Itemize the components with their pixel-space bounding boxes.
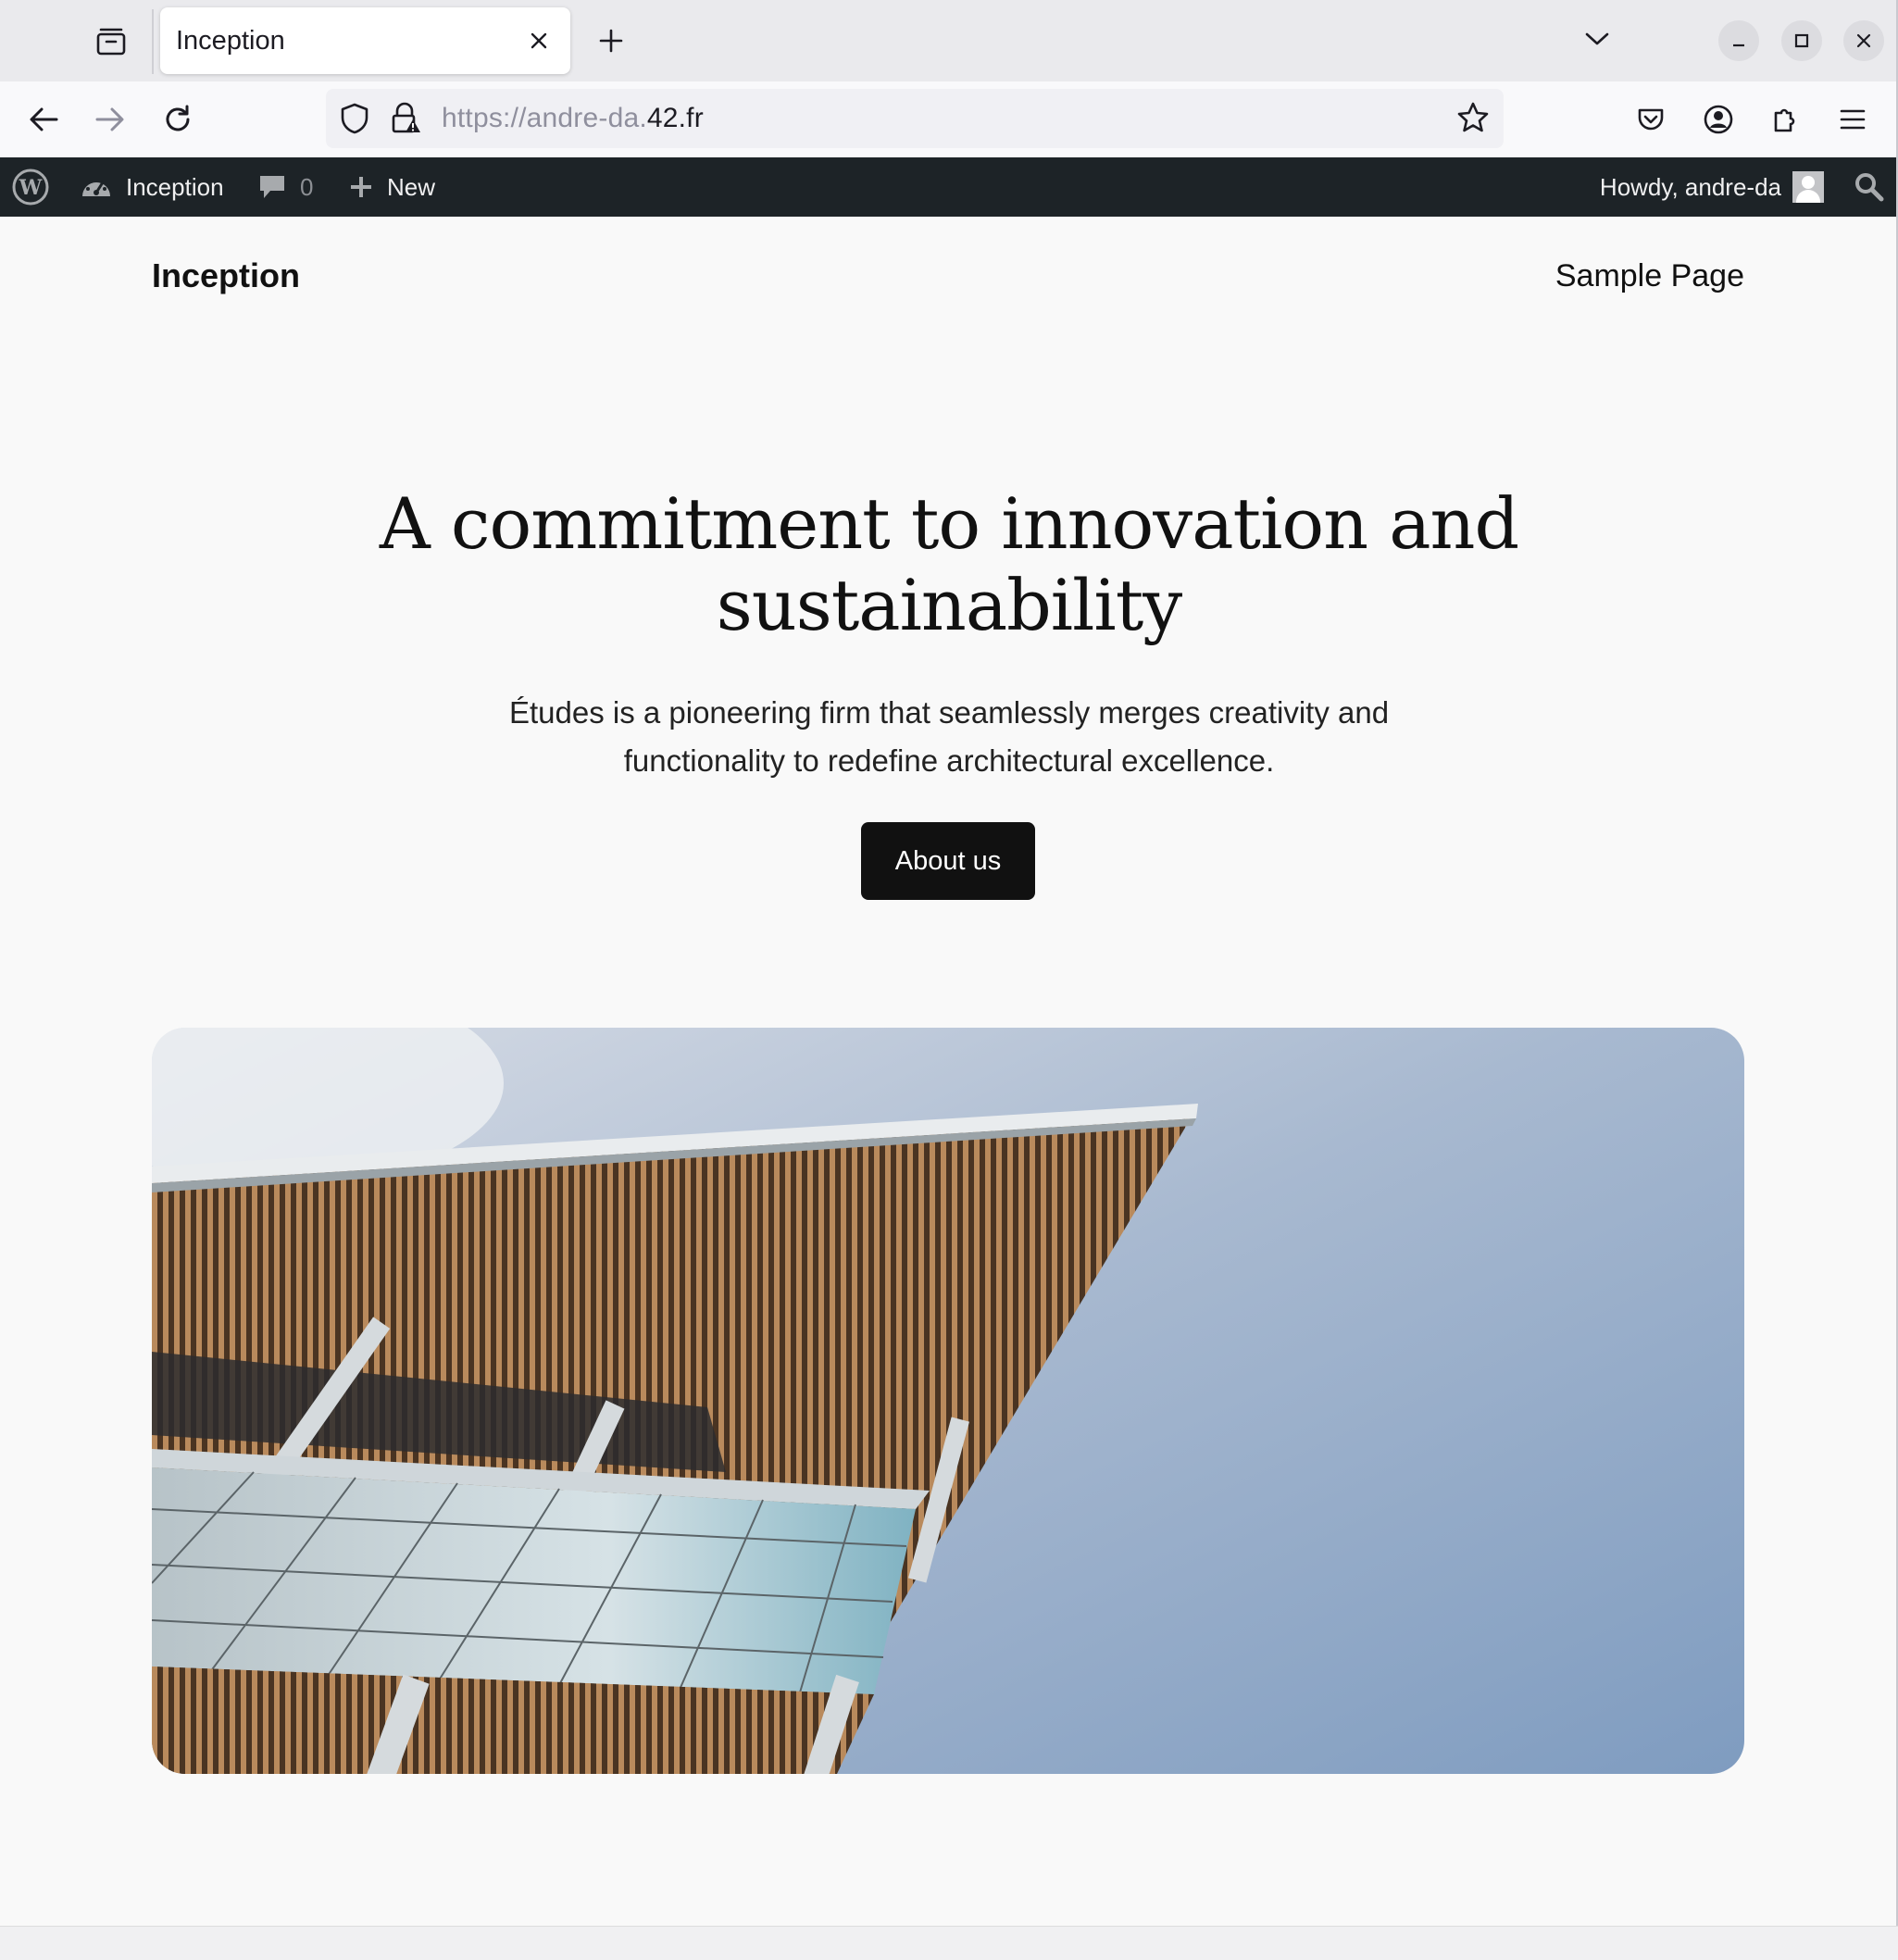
hero-heading-line1: A commitment to innovation and [379,482,1519,565]
admin-bar-site-name: Inception [126,172,224,201]
minimize-icon[interactable] [1718,20,1759,61]
page-bottom-edge [0,1926,1898,1960]
shield-icon[interactable] [339,102,370,140]
admin-bar-comments[interactable]: 0 [257,157,313,217]
tab-divider [152,9,154,74]
wp-admin-bar: W Inception 0 New Howdy, andre-da [0,157,1898,217]
hero-description: Études is a pioneering firm that seamles… [0,689,1898,785]
comments-count: 0 [300,172,314,201]
close-tab-icon[interactable] [524,26,554,56]
menu-icon[interactable] [1829,96,1876,143]
tab-overview-icon[interactable] [88,19,134,65]
hero-building-image [152,1028,1744,1774]
new-label: New [387,172,436,201]
maximize-icon[interactable] [1781,20,1822,61]
extensions-icon[interactable] [1763,96,1809,143]
admin-bar-account[interactable]: Howdy, andre-da [1600,157,1824,217]
svg-text:W: W [19,176,43,200]
browser-tab-bar: Inception [0,0,1898,81]
url-bar[interactable]: https://andre-da.42.fr [326,89,1504,148]
dashboard-icon [82,180,110,196]
lock-warning-icon[interactable] [389,102,422,140]
plus-icon [351,177,371,197]
howdy-greeting: Howdy, andre-da [1599,172,1781,201]
admin-bar-search-icon[interactable] [1854,157,1885,217]
hero-heading-line2: sustainability [716,564,1182,646]
admin-bar-new[interactable]: New [348,157,435,217]
browser-nav-bar: https://andre-da.42.fr [0,81,1898,157]
avatar [1792,171,1824,203]
url-text[interactable]: https://andre-da.42.fr [442,103,704,134]
comment-icon [260,176,284,198]
site-title[interactable]: Inception [152,256,300,295]
pocket-icon[interactable] [1628,96,1674,143]
hero-heading: A commitment to innovation and sustainab… [0,483,1898,646]
url-domain: 42.fr [646,103,704,133]
back-arrow-icon[interactable] [19,94,69,144]
bookmark-star-icon[interactable] [1455,100,1491,140]
list-all-tabs-icon[interactable] [1579,20,1616,57]
nav-link-sample-page[interactable]: Sample Page [1555,258,1744,294]
new-tab-icon[interactable] [593,22,630,59]
forward-arrow-icon[interactable] [85,94,135,144]
wordpress-logo-icon[interactable]: W [11,157,50,217]
account-icon[interactable] [1695,96,1742,143]
browser-tab[interactable]: Inception [160,7,570,74]
close-window-icon[interactable] [1843,20,1884,61]
hero-description-line1: Études is a pioneering firm that seamles… [508,695,1390,730]
url-prefix: https://andre-da. [442,103,647,133]
tab-title: Inception [176,26,285,56]
admin-bar-site[interactable]: Inception [80,157,224,217]
hero-description-line2: functionality to redefine architectural … [623,743,1275,778]
about-us-button[interactable]: About us [861,822,1035,900]
reload-icon[interactable] [153,94,203,144]
